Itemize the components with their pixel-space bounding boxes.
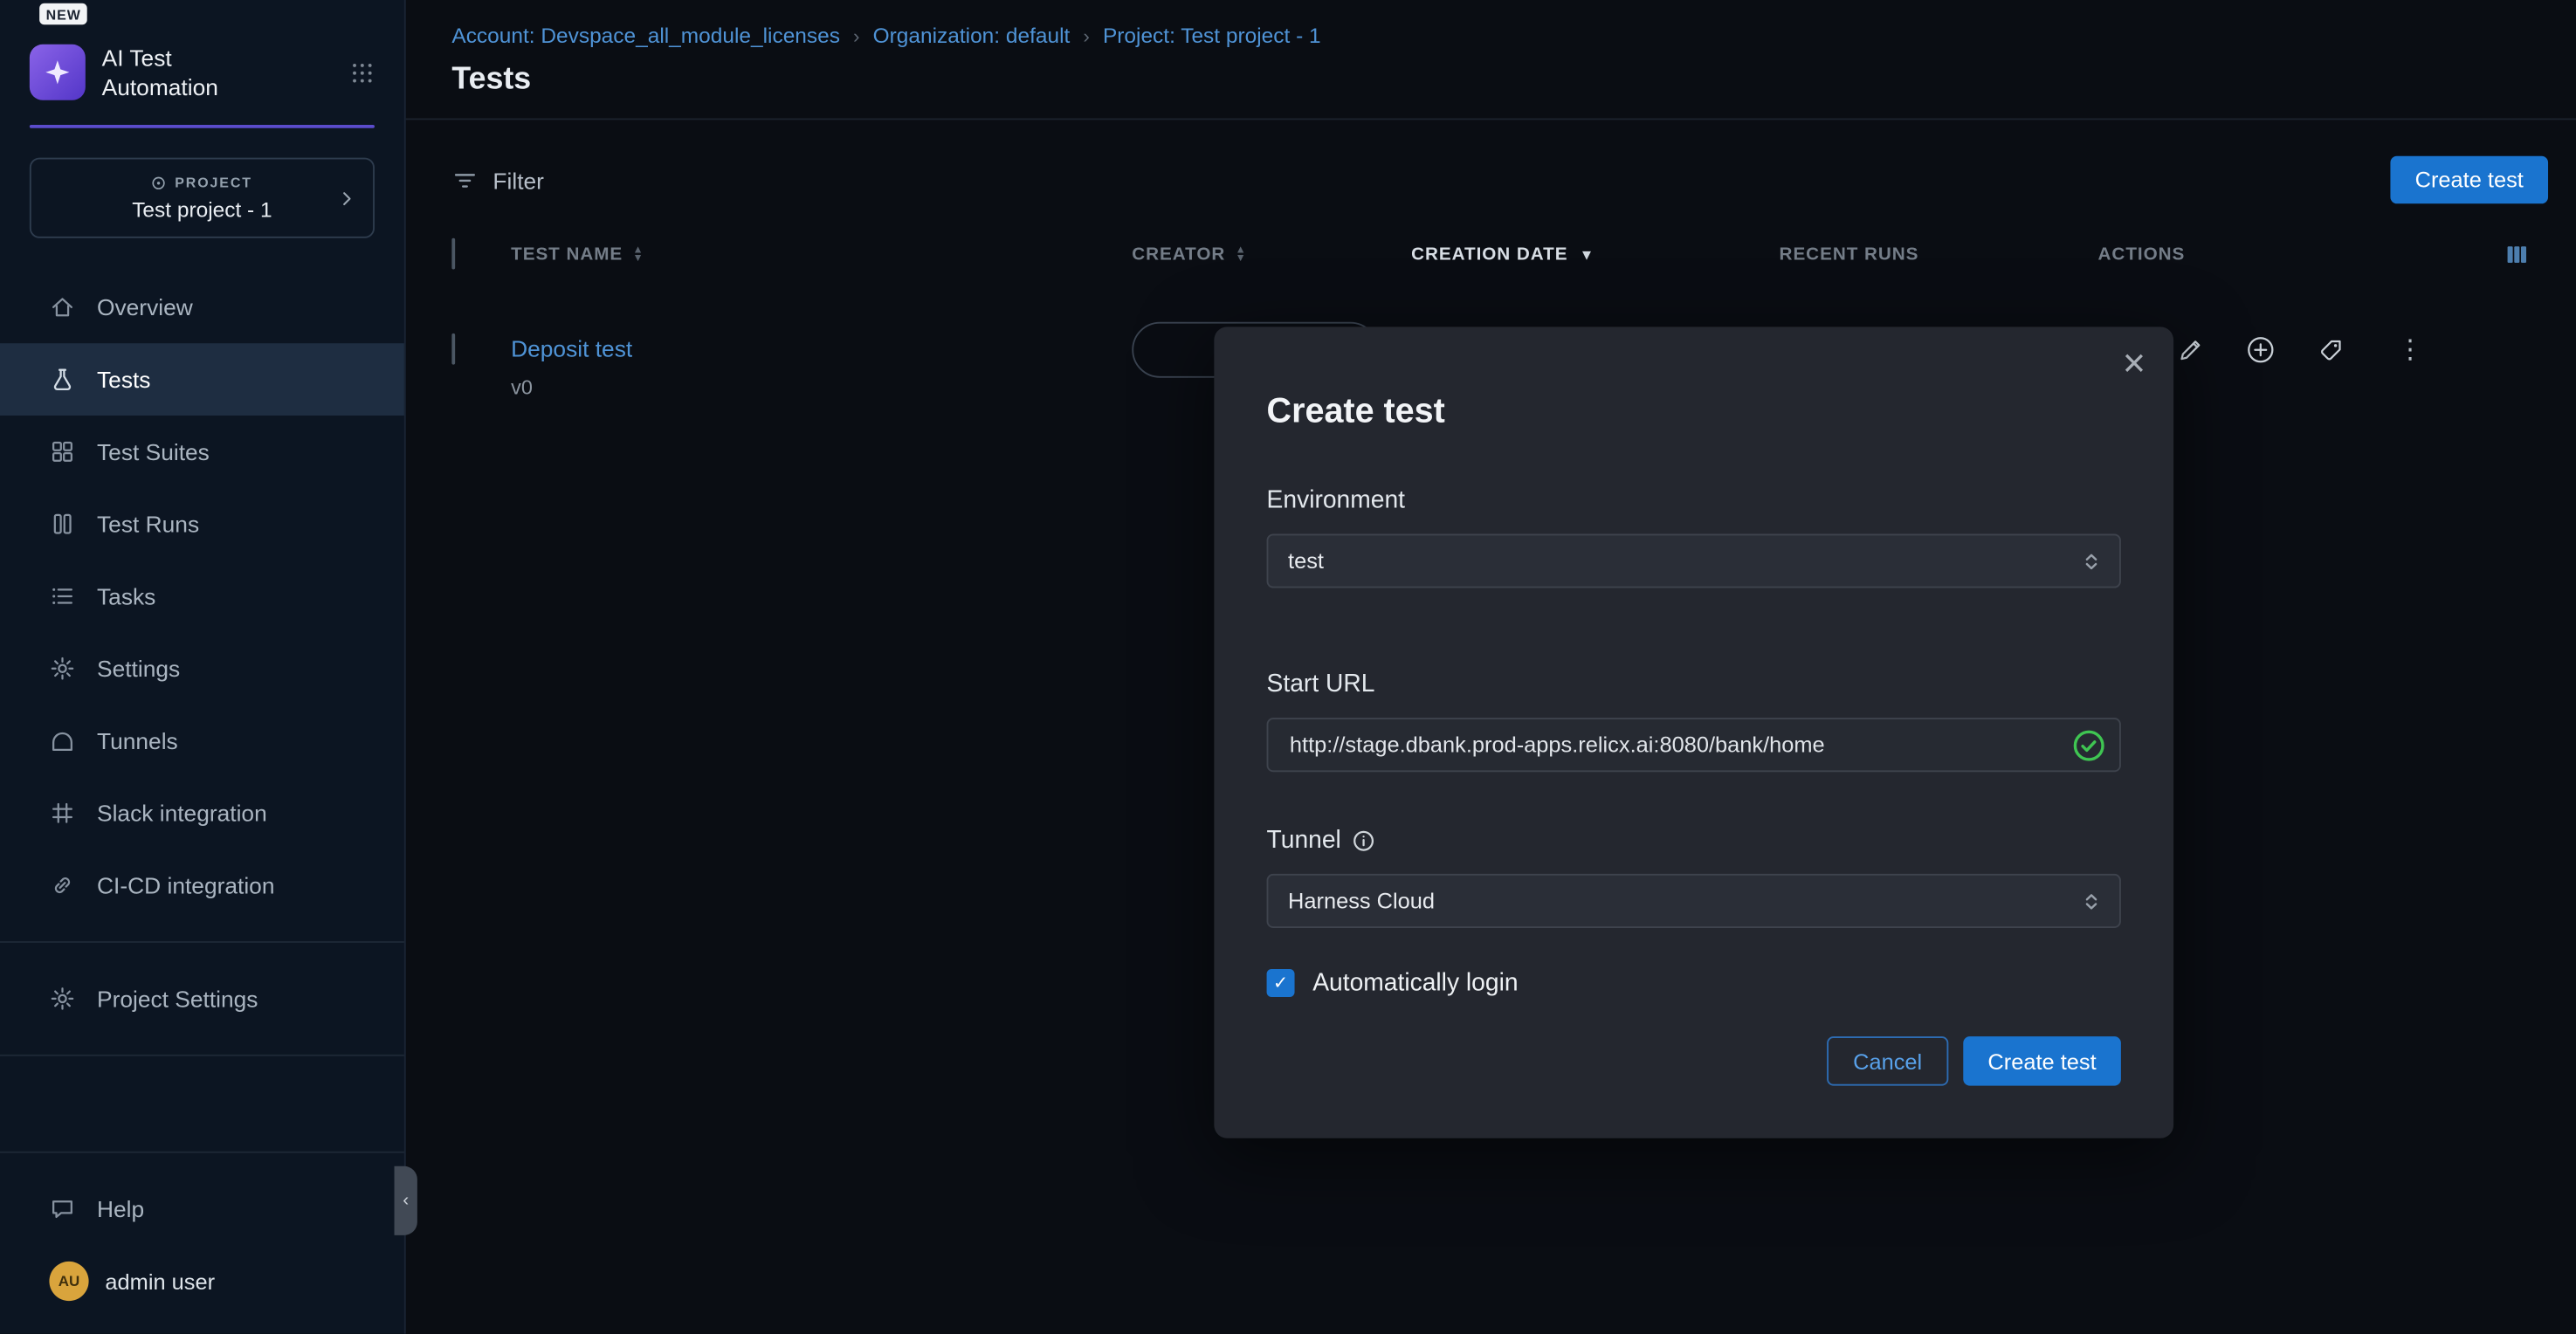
breadcrumb: Account: Devspace_all_module_licenses › …	[451, 23, 2530, 47]
modal-title: Create test	[1267, 393, 2121, 432]
select-chevrons-icon	[2080, 549, 2103, 572]
sidebar-item-tests[interactable]: Tests	[0, 344, 404, 416]
sidebar: NEW AI Test Automation PROJECT Test	[0, 0, 406, 1334]
app-logo-row: AI Test Automation	[30, 43, 375, 102]
modal-actions: Cancel Create test	[1267, 1036, 2121, 1085]
sidebar-item-help[interactable]: Help	[0, 1172, 404, 1245]
chevron-right-icon	[337, 189, 357, 209]
start-url-field	[1267, 718, 2121, 772]
table-header-row: TEST NAME CREATOR CREATION DATE RECENT R…	[406, 230, 2576, 278]
test-name-cell: Deposit test v0	[511, 322, 1132, 399]
cancel-button[interactable]: Cancel	[1827, 1036, 1948, 1085]
column-creator[interactable]: CREATOR	[1132, 244, 1411, 265]
column-settings-icon[interactable]	[2481, 242, 2530, 268]
sidebar-item-settings[interactable]: Settings	[0, 633, 404, 705]
user-name: admin user	[105, 1269, 215, 1293]
sidebar-collapse-handle[interactable]	[395, 1166, 417, 1235]
sort-desc-icon	[1580, 246, 1595, 263]
app-title: AI Test Automation	[102, 43, 218, 102]
tag-icon[interactable]	[2318, 337, 2345, 363]
kebab-menu-icon[interactable]	[2397, 334, 2423, 367]
tunnel-select[interactable]: Harness Cloud	[1267, 874, 2121, 928]
project-icon	[152, 175, 167, 190]
gear-icon	[49, 656, 75, 682]
create-test-modal: Create test Environment test Start URL T…	[1214, 327, 2173, 1138]
app-root: NEW AI Test Automation PROJECT Test	[0, 0, 2576, 1334]
page-header: Account: Devspace_all_module_licenses › …	[406, 0, 2576, 120]
filter-icon	[451, 167, 478, 193]
breadcrumb-separator: ›	[853, 24, 860, 46]
sidebar-item-tasks[interactable]: Tasks	[0, 560, 404, 633]
column-actions: ACTIONS	[2098, 244, 2481, 265]
sidebar-header: NEW AI Test Automation	[0, 0, 404, 128]
slack-icon	[49, 801, 75, 827]
sort-icons	[1236, 246, 1247, 263]
page-title: Tests	[451, 62, 2530, 98]
add-plus-icon[interactable]	[2246, 335, 2276, 365]
column-creation-date[interactable]: CREATION DATE	[1411, 244, 1779, 265]
info-icon[interactable]	[1353, 829, 1375, 851]
test-version: v0	[511, 376, 1132, 399]
valid-check-icon	[2071, 727, 2106, 762]
sidebar-spacer	[0, 1076, 404, 1131]
test-name-link[interactable]: Deposit test	[511, 335, 632, 361]
breadcrumb-separator: ›	[1083, 24, 1090, 46]
list-icon	[49, 584, 75, 610]
edit-pencil-icon[interactable]	[2177, 337, 2203, 363]
column-recent-runs: RECENT RUNS	[1780, 244, 2098, 265]
sidebar-divider	[0, 942, 404, 944]
row-checkbox[interactable]	[451, 334, 455, 365]
new-badge: NEW	[39, 3, 87, 24]
create-test-button[interactable]: Create test	[2390, 156, 2548, 204]
sidebar-item-tunnels[interactable]: Tunnels	[0, 705, 404, 778]
link-icon	[49, 873, 75, 899]
tunnel-label: Tunnel	[1267, 826, 2121, 854]
project-eyebrow: PROJECT	[152, 175, 252, 191]
sidebar-item-project-settings[interactable]: Project Settings	[0, 963, 404, 1035]
breadcrumb-organization[interactable]: Organization: default	[873, 23, 1071, 47]
apps-grid-icon[interactable]	[350, 60, 375, 85]
select-all-checkbox[interactable]	[451, 238, 455, 270]
flask-icon	[49, 367, 75, 393]
help-chat-icon	[49, 1196, 75, 1222]
project-selector[interactable]: PROJECT Test project - 1	[30, 158, 375, 238]
environment-select[interactable]: test	[1267, 533, 2121, 588]
sidebar-nav: Overview Tests Test Suites Test Runs Tas…	[0, 272, 404, 922]
sort-icons	[632, 246, 644, 263]
project-selector-value: Test project - 1	[132, 197, 272, 222]
start-url-label: Start URL	[1267, 670, 2121, 698]
sidebar-item-cicd-integration[interactable]: CI-CD integration	[0, 849, 404, 922]
sidebar-divider	[0, 1056, 404, 1057]
sidebar-item-test-suites[interactable]: Test Suites	[0, 416, 404, 489]
modal-create-test-button[interactable]: Create test	[1963, 1036, 2121, 1085]
close-icon[interactable]	[2123, 345, 2146, 384]
toolbar: Filter Create test	[451, 156, 2548, 204]
filter-control[interactable]: Filter	[451, 167, 544, 193]
app-logo-icon	[30, 45, 86, 100]
sidebar-item-test-runs[interactable]: Test Runs	[0, 488, 404, 560]
auto-login-checkbox[interactable]	[1267, 969, 1295, 997]
user-menu[interactable]: AU admin user	[0, 1245, 404, 1317]
tunnel-icon	[49, 728, 75, 754]
start-url-input[interactable]	[1267, 718, 2121, 772]
gear-icon	[49, 987, 75, 1013]
sidebar-item-overview[interactable]: Overview	[0, 272, 404, 344]
avatar: AU	[49, 1262, 88, 1301]
environment-label: Environment	[1267, 486, 2121, 514]
main-content: Account: Devspace_all_module_licenses › …	[406, 0, 2576, 1334]
column-test-name[interactable]: TEST NAME	[511, 244, 1132, 265]
grid-icon	[49, 439, 75, 465]
breadcrumb-project[interactable]: Project: Test project - 1	[1103, 23, 1321, 47]
breadcrumb-account[interactable]: Account: Devspace_all_module_licenses	[451, 23, 840, 47]
sidebar-divider	[0, 1152, 404, 1153]
environment-select-value: test	[1288, 548, 1324, 573]
runs-icon	[49, 512, 75, 538]
sidebar-accent-divider	[30, 126, 375, 129]
auto-login-label: Automatically login	[1312, 969, 1518, 997]
auto-login-row: Automatically login	[1267, 969, 2121, 997]
home-icon	[49, 294, 75, 320]
sidebar-item-slack-integration[interactable]: Slack integration	[0, 778, 404, 850]
select-chevrons-icon	[2080, 890, 2103, 912]
tunnel-select-value: Harness Cloud	[1288, 889, 1435, 913]
